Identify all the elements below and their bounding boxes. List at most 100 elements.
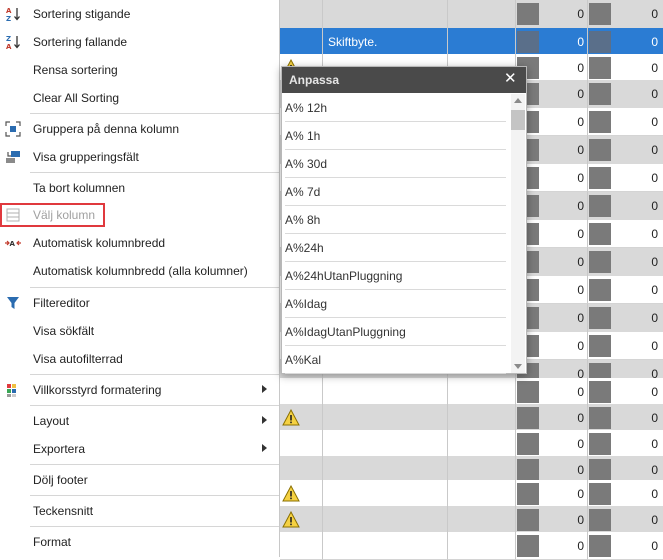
- menu-item-best-fit-all[interactable]: Automatisk kolumnbredd (alla kolumner): [0, 257, 279, 285]
- table-cell[interactable]: [323, 480, 448, 508]
- selected-table-row[interactable]: 0 0 Skiftbyte.: [280, 28, 663, 56]
- menu-item-show-group-panel[interactable]: Visa grupperingsfält: [0, 143, 279, 171]
- list-item[interactable]: A% 7d: [282, 178, 510, 206]
- table-cell[interactable]: [323, 404, 448, 432]
- cell-value: 0: [577, 513, 584, 527]
- list-item[interactable]: A% 12h: [282, 94, 510, 122]
- table-cell[interactable]: [448, 378, 516, 406]
- list-item[interactable]: A% 8h: [282, 206, 510, 234]
- scrollbar-thumb[interactable]: [511, 110, 525, 130]
- sort-descending-icon: Z A: [5, 34, 21, 51]
- table-cell[interactable]: [280, 532, 323, 560]
- table-row[interactable]: 00: [280, 378, 663, 406]
- table-cell[interactable]: [448, 506, 516, 534]
- scroll-up-icon[interactable]: [514, 98, 522, 103]
- cell-value: 0: [651, 7, 658, 21]
- table-cell[interactable]: [448, 430, 516, 458]
- cell-value: 0: [651, 227, 658, 241]
- list-item[interactable]: A% 1h: [282, 122, 510, 150]
- group-panel-icon: [5, 149, 21, 165]
- list-item-label: A% 30d: [285, 157, 328, 171]
- menu-item-filter-editor[interactable]: Filtereditor: [0, 289, 279, 317]
- table-cell[interactable]: [448, 532, 516, 560]
- cell-value: 0: [577, 35, 584, 49]
- svg-text:Z: Z: [6, 15, 11, 22]
- table-cell[interactable]: [280, 0, 323, 28]
- table-cell[interactable]: [448, 0, 516, 28]
- menu-separator: [30, 172, 279, 173]
- menu-separator: [30, 113, 279, 114]
- sort-ascending-icon: A Z: [5, 6, 21, 23]
- cell-value: 0: [651, 437, 658, 451]
- menu-item-sort-descending[interactable]: Z A Sortering fallande: [0, 28, 279, 56]
- list-item[interactable]: A%Kal: [282, 346, 510, 374]
- svg-text:A: A: [10, 240, 16, 248]
- cell-value: 0: [651, 463, 658, 477]
- list-item-label: A% 12h: [285, 101, 328, 115]
- menu-item-layout[interactable]: Layout: [0, 407, 279, 435]
- menu-separator: [30, 287, 279, 288]
- cell-value: 0: [651, 87, 658, 101]
- table-cell[interactable]: [280, 378, 323, 406]
- menu-item-group-by-column[interactable]: Gruppera på denna kolumn: [0, 115, 279, 143]
- menu-item-show-auto-filter-row[interactable]: Visa autofilterrad: [0, 345, 279, 373]
- table-row[interactable]: 00: [280, 532, 663, 560]
- menu-item-clear-all-sorting[interactable]: Clear All Sorting: [0, 84, 279, 112]
- menu-separator: [30, 495, 279, 496]
- popup-header: Anpassa ✕: [282, 67, 526, 93]
- cell-value: 0: [651, 171, 658, 185]
- menu-item-hide-footer[interactable]: Dölj footer: [0, 466, 279, 494]
- menu-item-label: Sortering stigande: [33, 7, 131, 21]
- close-icon[interactable]: ✕: [504, 71, 517, 86]
- menu-item-font[interactable]: Teckensnitt: [0, 497, 279, 525]
- menu-item-show-find-panel[interactable]: Visa sökfält: [0, 317, 279, 345]
- table-cell[interactable]: [448, 404, 516, 432]
- menu-item-format[interactable]: Format: [0, 528, 279, 556]
- table-cell[interactable]: [323, 0, 448, 28]
- menu-item-sort-ascending[interactable]: A Z Sortering stigande: [0, 0, 279, 28]
- table-cell[interactable]: [448, 28, 516, 56]
- table-cell[interactable]: [280, 28, 323, 56]
- list-item[interactable]: A%24h: [282, 234, 510, 262]
- menu-item-remove-column[interactable]: Ta bort kolumnen: [0, 174, 279, 202]
- menu-separator: [30, 405, 279, 406]
- cell-value: 0: [651, 411, 658, 425]
- scroll-down-icon[interactable]: [514, 364, 522, 369]
- warning-icon: [282, 511, 300, 528]
- menu-item-label: Format: [33, 535, 72, 549]
- cell-value: 0: [577, 61, 584, 75]
- list-item[interactable]: A%Idag: [282, 290, 510, 318]
- table-cell[interactable]: [323, 378, 448, 406]
- filter-icon: [5, 295, 21, 311]
- svg-text:A: A: [6, 43, 12, 50]
- list-item[interactable]: A% 30d: [282, 150, 510, 178]
- cell-value: 0: [651, 339, 658, 353]
- table-row[interactable]: 00: [280, 430, 663, 458]
- table-cell[interactable]: [280, 430, 323, 458]
- table-row[interactable]: 00: [280, 480, 663, 508]
- table-row[interactable]: 00: [280, 506, 663, 534]
- list-item[interactable]: A%IdagUtanPluggning: [282, 318, 510, 346]
- best-fit-icon: A: [5, 235, 21, 251]
- menu-item-best-fit[interactable]: A Automatisk kolumnbredd: [0, 229, 279, 257]
- cell-value: 0: [651, 283, 658, 297]
- menu-item-label: Visa sökfält: [33, 324, 95, 338]
- menu-separator: [30, 526, 279, 527]
- menu-item-label: Clear All Sorting: [33, 91, 120, 105]
- menu-separator: [30, 464, 279, 465]
- list-item-label: A% 7d: [285, 185, 321, 199]
- menu-item-conditional-formatting[interactable]: Villkorsstyrd formatering: [0, 376, 279, 404]
- table-cell[interactable]: [323, 430, 448, 458]
- menu-item-export[interactable]: Exportera: [0, 435, 279, 463]
- popup-scrollbar[interactable]: [511, 94, 525, 373]
- menu-item-label: Visa autofilterrad: [33, 352, 123, 366]
- table-cell[interactable]: [448, 480, 516, 508]
- list-item[interactable]: A%24hUtanPluggning: [282, 262, 510, 290]
- table-row[interactable]: 00: [280, 0, 663, 28]
- table-cell[interactable]: [323, 532, 448, 560]
- menu-item-clear-sorting[interactable]: Rensa sortering: [0, 56, 279, 84]
- table-cell[interactable]: [323, 506, 448, 534]
- table-row[interactable]: 00: [280, 404, 663, 432]
- menu-item-label: Sortering fallande: [33, 35, 128, 49]
- menu-item-label: Filtereditor: [33, 296, 90, 310]
